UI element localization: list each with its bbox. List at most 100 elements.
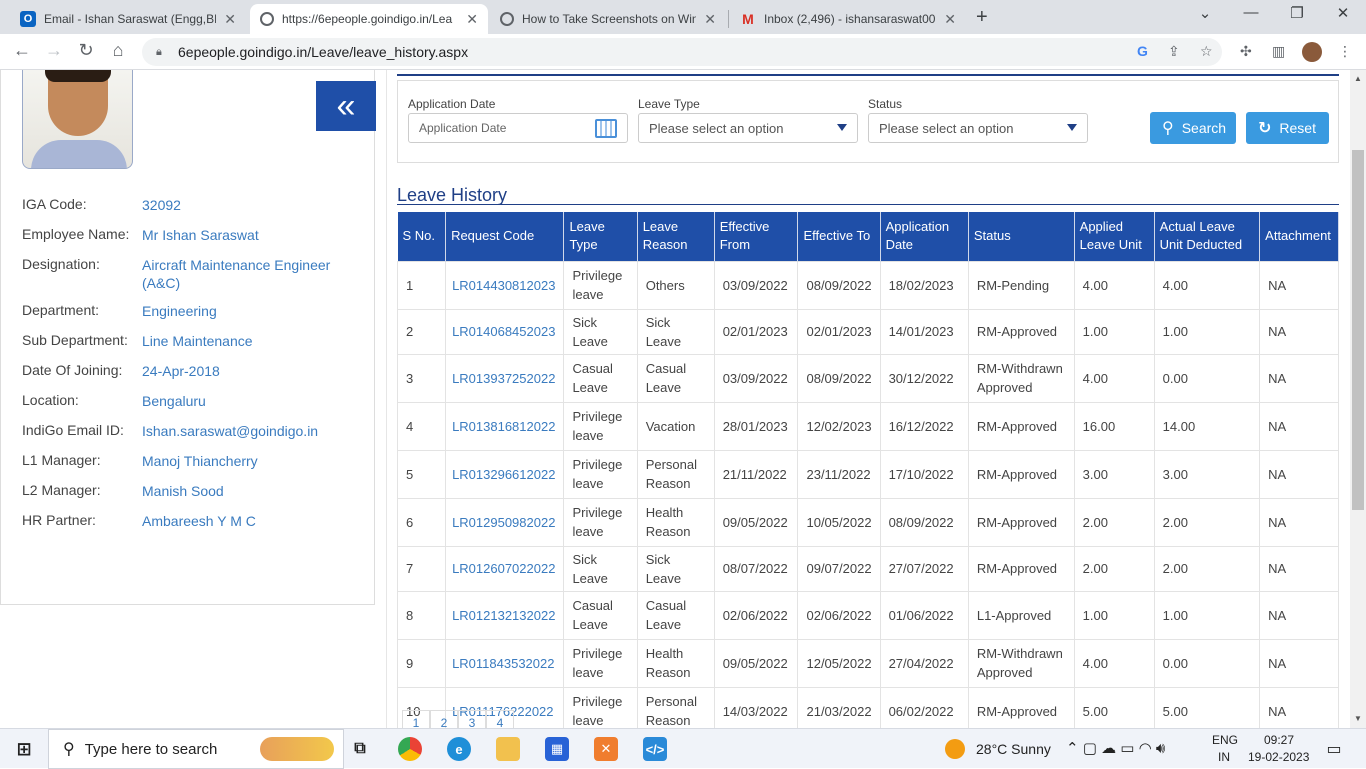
table-cell: 16/12/2022 [879, 401, 969, 451]
main-panel: Application Date Application Date Leave … [386, 70, 1348, 728]
google-icon[interactable]: G [1137, 43, 1148, 59]
table-cell: 08/07/2022 [713, 545, 799, 592]
table-cell: 28/01/2023 [713, 401, 799, 451]
status-select[interactable]: Please select an option [868, 113, 1088, 143]
tray-icons[interactable]: ⌃ ▢ ☁ ▭ ◠ 🔊︎ [1066, 739, 1165, 757]
side-panel-icon[interactable]: ▥ [1272, 43, 1285, 60]
chrome-icon[interactable] [398, 737, 422, 761]
table-cell: 02/01/2023 [797, 308, 881, 355]
share-icon[interactable]: ⇪ [1168, 43, 1180, 60]
search-icon: ⚲ [1162, 120, 1174, 137]
language-indicator[interactable]: ENG [1212, 733, 1238, 747]
search-button[interactable]: ⚲ Search [1150, 112, 1236, 144]
request-code-link[interactable]: LR013816812022 [445, 401, 565, 451]
table-cell: 21/03/2022 [797, 686, 881, 728]
reload-icon[interactable]: ↻ [74, 40, 98, 61]
language-region: IN [1218, 750, 1230, 764]
weather-text[interactable]: 28°C Sunny [976, 741, 1051, 757]
request-code-link[interactable]: LR014068452023 [445, 308, 565, 355]
bookmark-star-icon[interactable]: ☆ [1200, 43, 1213, 60]
table-cell: 02/01/2023 [713, 308, 799, 355]
close-icon[interactable]: ✕ [944, 11, 956, 28]
file-explorer-icon[interactable] [496, 737, 520, 761]
new-tab-button[interactable]: + [976, 6, 988, 29]
table-row: 6 LR012950982022 Privilege leave Health Rea… [396, 497, 1339, 547]
vscode-icon[interactable]: </> [643, 737, 667, 761]
table-cell: Health Reason [636, 638, 715, 688]
status-cell: RM-Withdrawn Approved [967, 638, 1075, 688]
browser-toolbar: ← → ↻ ⌂ 🔒︎ 6epeople.goindigo.in/Leave/le… [0, 34, 1366, 70]
page-2-link[interactable]: 2 [430, 710, 458, 728]
leave-type-label: Leave Type [638, 97, 700, 111]
minimize-icon[interactable]: — [1228, 4, 1274, 21]
status-cell: RM-Approved [967, 686, 1075, 728]
windows-start-icon[interactable]: ⊞ [12, 737, 36, 761]
leave-type-select[interactable]: Please select an option [638, 113, 858, 143]
application-date-field[interactable]: Application Date [408, 113, 628, 143]
close-icon[interactable]: ✕ [224, 11, 236, 28]
store-icon[interactable]: ▦ [545, 737, 569, 761]
edge-icon[interactable]: e [447, 737, 471, 761]
table-cell: 09/05/2022 [713, 638, 799, 688]
tab-screenshots[interactable]: How to Take Screenshots on Win ✕ [490, 4, 726, 34]
search-highlight-icon [260, 737, 334, 761]
back-icon[interactable]: ← [10, 40, 34, 61]
request-code-link[interactable]: LR011843532022 [445, 638, 565, 688]
page-3-link[interactable]: 3 [458, 710, 486, 728]
table-cell: Personal Reason [636, 449, 715, 499]
table-row: 10 LR011176222022 Privilege leave Personal … [396, 686, 1339, 728]
tab-gmail[interactable]: M Inbox (2,496) - ishansaraswat007 ✕ [730, 4, 966, 34]
scroll-up-icon[interactable]: ▲ [1354, 74, 1362, 83]
tab-leave-history[interactable]: https://6epeople.goindigo.in/Lea ✕ [250, 4, 488, 34]
page-4-link[interactable]: 4 [486, 710, 514, 728]
home-icon[interactable]: ⌂ [106, 40, 130, 61]
collapse-sidebar-button[interactable]: « [316, 81, 376, 131]
calendar-icon[interactable] [595, 119, 617, 138]
request-code-link[interactable]: LR012950982022 [445, 497, 565, 547]
extensions-icon[interactable]: ✣ [1240, 43, 1252, 60]
table-cell: Casual Leave [563, 353, 638, 403]
table-cell: Casual Leave [636, 590, 715, 640]
clock-time[interactable]: 09:27 [1264, 733, 1294, 747]
menu-kebab-icon[interactable]: ⋮ [1338, 43, 1352, 60]
close-icon[interactable]: ✕ [466, 11, 478, 28]
close-icon[interactable]: ✕ [704, 11, 716, 28]
weather-sun-icon[interactable] [945, 739, 965, 759]
table-cell: 8 [396, 590, 447, 640]
forward-icon[interactable]: → [42, 40, 66, 61]
request-code-link[interactable]: LR013296612022 [445, 449, 565, 499]
page-1-link[interactable]: 1 [402, 710, 430, 728]
clock-date[interactable]: 19-02-2023 [1248, 750, 1309, 764]
employee-profile-panel: « IGA Code: 32092 Employee Name: Mr Isha… [0, 70, 376, 605]
table-cell: Privilege leave [563, 686, 638, 728]
table-cell: Privilege leave [563, 449, 638, 499]
restore-icon[interactable]: ❐ [1274, 4, 1320, 22]
scrollbar-thumb[interactable] [1352, 150, 1364, 510]
table-cell: 18/02/2023 [879, 260, 969, 310]
table-cell: NA [1259, 401, 1339, 451]
close-window-icon[interactable]: ✕ [1320, 4, 1366, 22]
table-cell: 2.00 [1073, 497, 1155, 547]
request-code-link[interactable]: LR014430812023 [445, 260, 565, 310]
profile-avatar[interactable] [1302, 42, 1322, 62]
notification-icon[interactable]: ▭ [1322, 737, 1346, 761]
outlook-icon: O [20, 11, 36, 27]
application-date-label: Application Date [408, 97, 496, 111]
request-code-link[interactable]: LR012132132022 [445, 590, 565, 640]
tab-search-icon[interactable]: ⌄ [1182, 4, 1228, 22]
table-cell: NA [1259, 686, 1339, 728]
tab-email[interactable]: O Email - Ishan Saraswat (Engg,BLR) ✕ [10, 4, 246, 34]
task-view-icon[interactable]: ⧉ [348, 737, 372, 761]
table-cell: NA [1259, 260, 1339, 310]
page-scrollbar[interactable]: ▲ ▼ [1350, 70, 1366, 728]
table-cell: NA [1259, 638, 1339, 688]
scroll-down-icon[interactable]: ▼ [1354, 714, 1362, 723]
request-code-link[interactable]: LR012607022022 [445, 545, 565, 592]
xampp-icon[interactable]: ✕ [594, 737, 618, 761]
request-code-link[interactable]: LR013937252022 [445, 353, 565, 403]
table-cell: 23/11/2022 [797, 449, 881, 499]
address-bar[interactable]: 🔒︎ 6epeople.goindigo.in/Leave/leave_hist… [142, 38, 1222, 66]
url-text: 6epeople.goindigo.in/Leave/leave_history… [178, 44, 469, 60]
reset-button[interactable]: ↻ Reset [1246, 112, 1329, 144]
chevron-down-icon [1067, 124, 1077, 131]
